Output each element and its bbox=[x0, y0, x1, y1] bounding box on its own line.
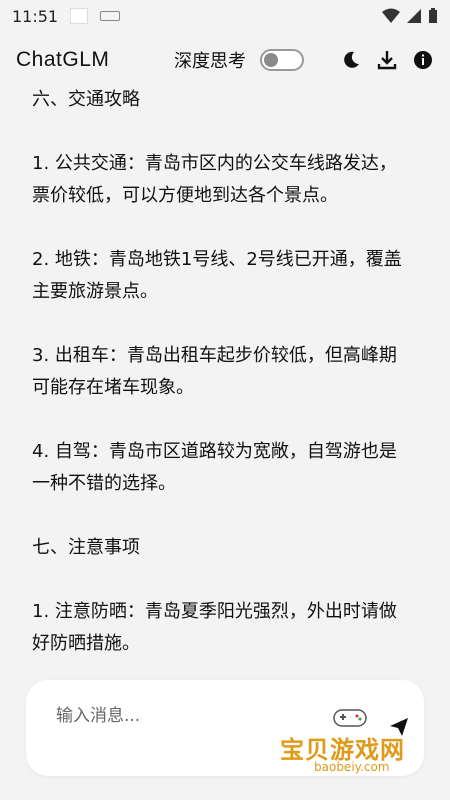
status-right bbox=[382, 8, 438, 24]
paragraph: 3. 出租车：青岛出租车起步价较低，但高峰期可能存在堵车现象。 bbox=[32, 345, 397, 398]
gamepad-logo-icon bbox=[333, 709, 367, 727]
notification-icon bbox=[70, 8, 89, 24]
signal-icon bbox=[407, 9, 421, 23]
app-title: ChatGLM bbox=[16, 48, 110, 71]
status-bar: 11:51 bbox=[0, 0, 450, 32]
download-icon[interactable] bbox=[376, 49, 398, 71]
keyboard-icon bbox=[100, 11, 121, 21]
message-content: 六、交通攻略 1. 公共交通：青岛市区内的公交车线路发达，票价较低，可以方便地到… bbox=[32, 84, 412, 682]
moon-icon[interactable] bbox=[340, 49, 362, 71]
status-left: 11:51 bbox=[12, 6, 121, 26]
status-time: 11:51 bbox=[12, 6, 59, 26]
app-bar: ChatGLM 深度思考 bbox=[0, 36, 450, 84]
battery-icon bbox=[429, 8, 437, 23]
toggle-knob bbox=[264, 53, 278, 67]
paragraph: 七、注意事项 bbox=[32, 537, 140, 558]
paragraph: 六、交通攻略 bbox=[32, 89, 140, 110]
info-icon[interactable] bbox=[412, 49, 434, 71]
deep-think-toggle[interactable] bbox=[260, 49, 304, 71]
paragraph: 4. 自驾：青岛市区道路较为宽敞，自驾游也是一种不错的选择。 bbox=[32, 441, 397, 494]
watermark-url: baobeiy.com bbox=[314, 760, 390, 774]
paragraph: 2. 地铁：青岛地铁1号线、2号线已开通，覆盖主要旅游景点。 bbox=[32, 249, 402, 302]
wifi-icon bbox=[382, 8, 400, 23]
paragraph: 1. 注意防晒：青岛夏季阳光强烈，外出时请做好防晒措施。 bbox=[32, 601, 397, 654]
deep-think-label: 深度思考 bbox=[174, 51, 246, 72]
paragraph: 1. 公共交通：青岛市区内的公交车线路发达，票价较低，可以方便地到达各个景点。 bbox=[32, 153, 397, 206]
watermark: 宝贝游戏网 baobeiy.com bbox=[274, 704, 424, 782]
